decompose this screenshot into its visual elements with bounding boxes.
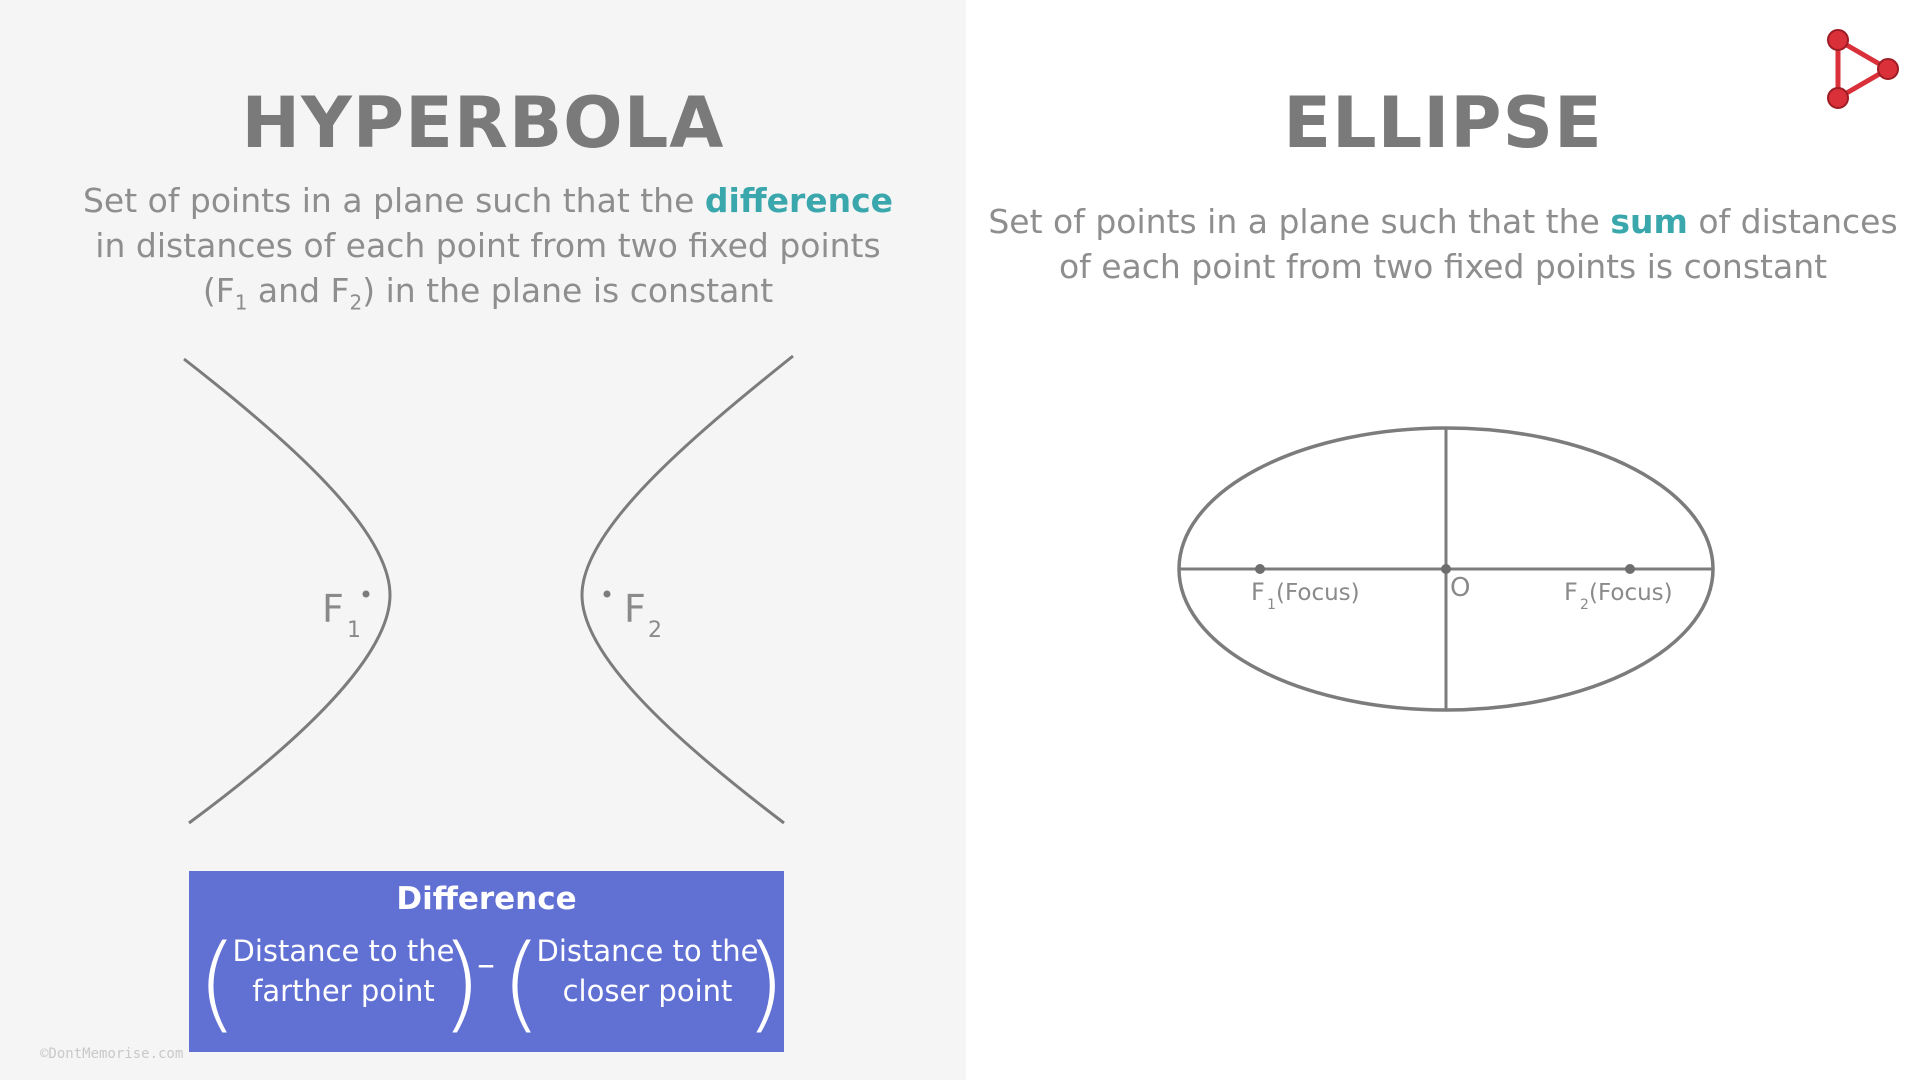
ellipse-focus-f1-dot [1255,564,1265,574]
ellipse-f1-label: F [1251,578,1265,606]
ellipse-f2-subscript: 2 [1580,597,1589,613]
ellipse-center-label: O [1450,573,1470,603]
ellipse-f1-subscript: 1 [1267,597,1276,613]
ellipse-focus-f2-dot [1625,564,1635,574]
slide: HYPERBOLA Set of points in a plane such … [0,0,1920,1080]
ellipse-f2-label: F [1564,578,1578,606]
ellipse-diagram: F 1 (Focus) O F 2 (Focus) [1177,426,1715,712]
ellipse-f2-suffix: (Focus) [1589,580,1673,606]
ellipse-f1-suffix: (Focus) [1276,580,1360,606]
play-triangle-logo-icon[interactable] [1826,28,1904,110]
